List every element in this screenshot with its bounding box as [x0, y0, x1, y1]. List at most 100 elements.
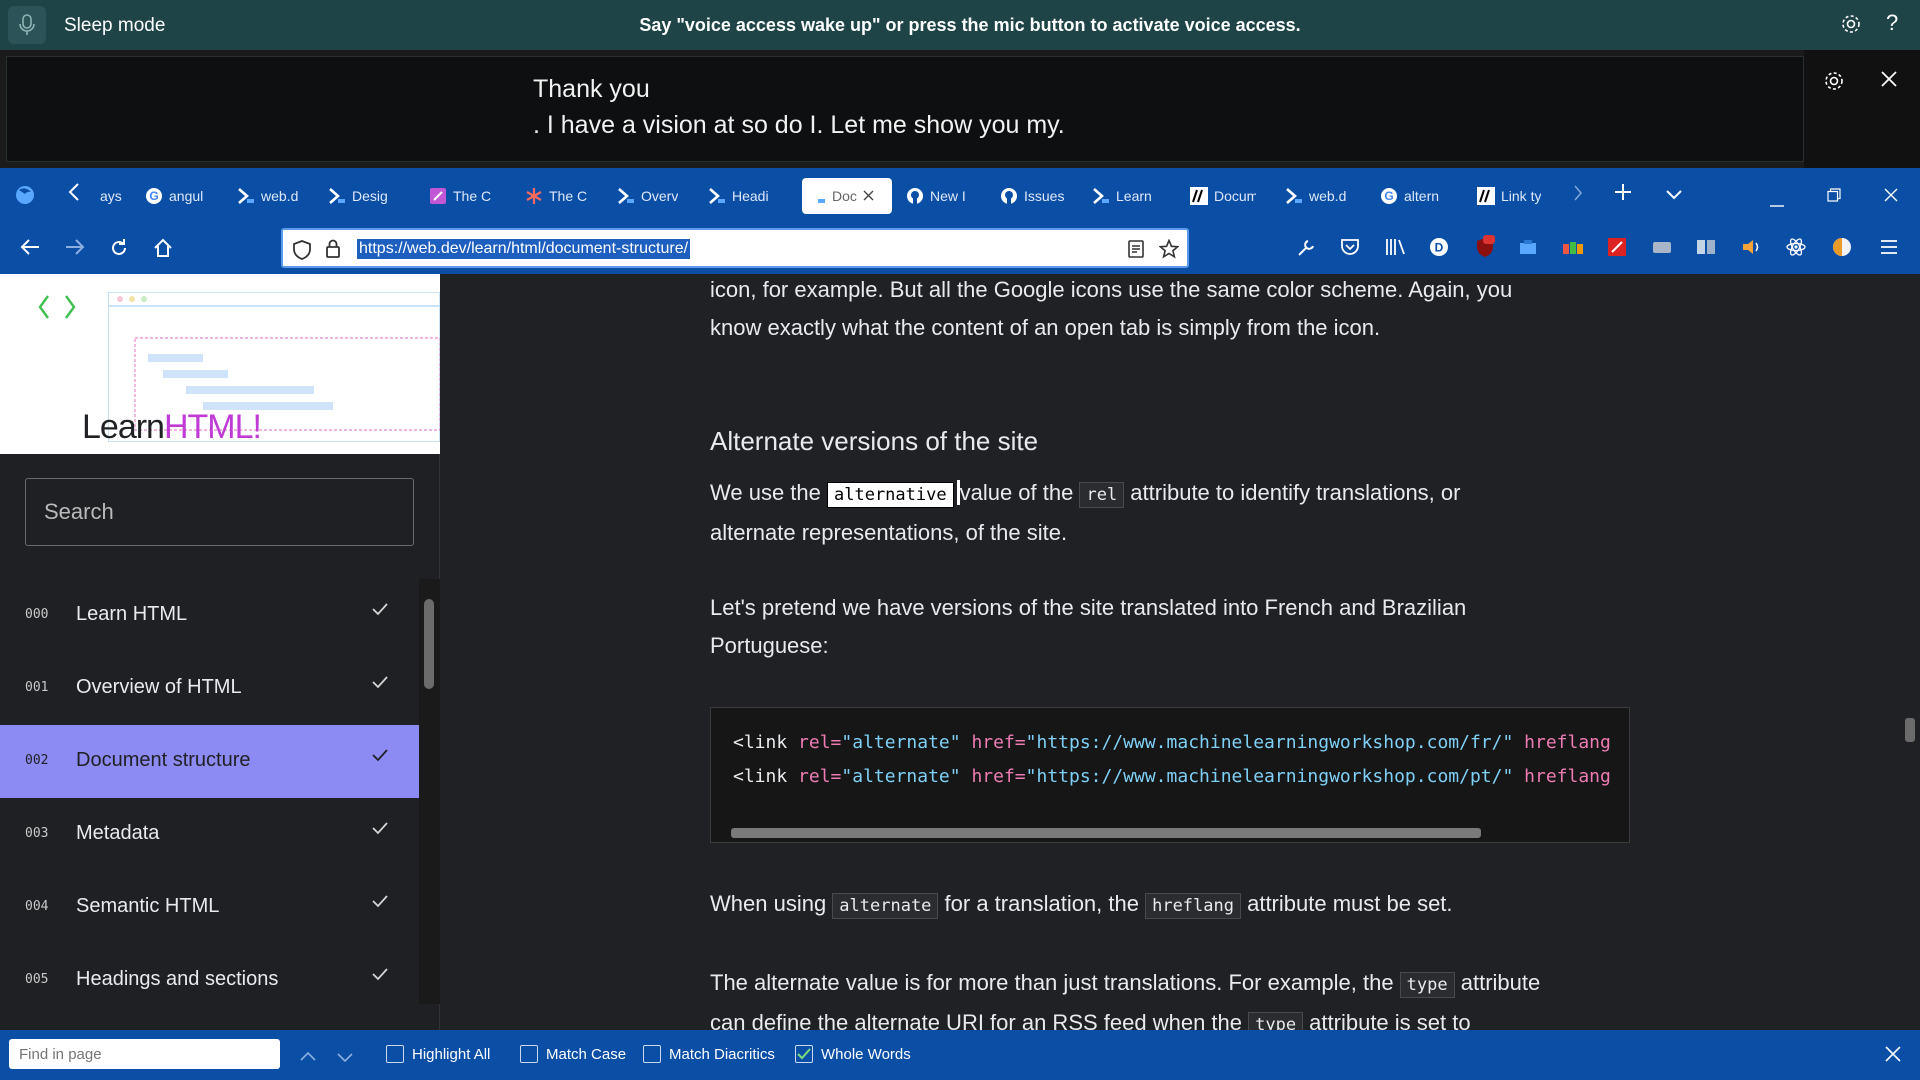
url-text[interactable]: https://web.dev/learn/html/document-stru… [357, 239, 691, 259]
tab-11[interactable]: Learn [1092, 178, 1158, 214]
text-line: alternate representations, of the site. [710, 520, 1068, 545]
search-input[interactable] [26, 479, 413, 545]
sidebar-item[interactable]: 003 Metadata [0, 798, 419, 871]
tab-15[interactable]: Link ty [1477, 178, 1543, 214]
firefox-view-button[interactable] [14, 184, 36, 211]
tab-label: angul [169, 188, 204, 204]
sidebar-item[interactable]: 005 Headings and sections [0, 944, 419, 1017]
lesson-number: 004 [25, 899, 49, 914]
extension-globe-icon[interactable] [1832, 237, 1852, 262]
scrollbar-thumb[interactable] [424, 599, 434, 689]
checkmark-icon [372, 745, 388, 768]
bookmark-star-button[interactable] [1158, 238, 1180, 264]
tab-scroll-right-button[interactable] [1573, 184, 1583, 207]
menu-button[interactable] [1880, 239, 1898, 260]
text-line: Let's pretend we have versions of the si… [710, 595, 1467, 620]
tab-12[interactable]: Docum [1190, 178, 1256, 214]
tracking-protection-shield-icon[interactable] [293, 240, 311, 265]
find-input[interactable] [9, 1039, 280, 1069]
sidebar-item[interactable]: 001 Overview of HTML [0, 652, 419, 725]
page-scrollbar-thumb[interactable] [1905, 718, 1915, 742]
find-close-button[interactable] [1885, 1046, 1901, 1066]
chevron-down-icon [1666, 190, 1682, 200]
extension-puzzle-blue-icon[interactable] [1518, 238, 1538, 263]
extension-gray-icon[interactable] [1652, 238, 1672, 261]
voice-settings-button[interactable] [1840, 13, 1862, 40]
forward-button[interactable] [65, 238, 85, 261]
lock-icon[interactable] [325, 239, 341, 264]
code-block[interactable]: <link rel="alternate" href="https://www.… [710, 707, 1630, 843]
wrench-icon[interactable] [1296, 238, 1316, 263]
find-next-button[interactable] [337, 1050, 353, 1067]
code-rel: rel [1079, 482, 1125, 508]
checkbox-icon[interactable] [643, 1045, 661, 1063]
search-box[interactable] [25, 478, 414, 546]
lesson-number: 002 [25, 753, 49, 768]
sidebar-item[interactable]: 002 Document structure [0, 725, 419, 798]
extension-speaker-icon[interactable] [1741, 238, 1761, 261]
captions-settings-button[interactable] [1823, 70, 1845, 97]
tab-7[interactable]: Headi [708, 178, 774, 214]
address-bar[interactable]: https://web.dev/learn/html/document-stru… [281, 228, 1189, 268]
tab-10[interactable]: Issues [1000, 178, 1070, 214]
pocket-icon[interactable] [1340, 238, 1360, 261]
find-option-checkbox[interactable]: Match Diacritics [643, 1045, 775, 1063]
tab-6[interactable]: Overv [617, 178, 683, 214]
find-option-checkbox[interactable]: Whole Words [795, 1045, 911, 1063]
extension-d-icon[interactable]: D [1429, 237, 1449, 262]
captions-close-button[interactable] [1880, 68, 1898, 94]
caption-line-1: Thank you [533, 75, 650, 103]
checkbox-icon[interactable] [520, 1045, 538, 1063]
tab-1[interactable]: Gangul [145, 178, 211, 214]
checkbox-icon[interactable] [795, 1045, 813, 1063]
lesson-title: Semantic HTML [76, 895, 220, 917]
home-button[interactable] [153, 238, 173, 263]
code-token: "alternate" [841, 766, 961, 787]
extension-red-pen-icon[interactable] [1607, 237, 1627, 262]
tab-5[interactable]: The C [525, 178, 591, 214]
find-option-checkbox[interactable]: Match Case [520, 1045, 626, 1063]
help-button[interactable]: ? [1886, 10, 1898, 36]
ublock-origin-icon[interactable] [1474, 235, 1496, 264]
library-icon[interactable] [1385, 238, 1407, 261]
sidebar-scrollbar[interactable] [419, 579, 440, 1004]
tab-13[interactable]: web.d [1285, 178, 1351, 214]
checkbox-icon[interactable] [386, 1045, 404, 1063]
restore-button[interactable] [1827, 188, 1841, 207]
new-tab-button[interactable] [1614, 183, 1632, 206]
tab-4[interactable]: The C [429, 178, 495, 214]
reload-button[interactable] [109, 238, 129, 263]
close-window-button[interactable] [1884, 188, 1898, 207]
tab-scroll-left-button[interactable] [68, 182, 80, 208]
extension-colorful-icon[interactable] [1562, 238, 1584, 261]
sidebar-item[interactable]: 000 Learn HTML [0, 579, 419, 652]
tab-3[interactable]: Desig [328, 178, 398, 214]
extension-book-icon[interactable] [1696, 238, 1716, 261]
chevron-up-icon [300, 1051, 316, 1061]
minimize-button[interactable] [1770, 194, 1784, 212]
github-icon [906, 187, 924, 205]
find-option-checkbox[interactable]: Highlight All [386, 1045, 490, 1063]
webdev-icon [708, 187, 726, 205]
close-icon [1884, 188, 1898, 202]
tab-label: Headi [732, 188, 769, 204]
reader-view-button[interactable] [1128, 240, 1144, 263]
live-captions-window: Thank you . I have a vision at so do I. … [6, 56, 1804, 162]
tab-9[interactable]: New I [906, 178, 972, 214]
tab-14[interactable]: Galtern [1380, 178, 1450, 214]
list-all-tabs-button[interactable] [1666, 187, 1682, 205]
back-button[interactable] [20, 238, 40, 261]
close-tab-button[interactable] [863, 188, 874, 204]
tab-2[interactable]: web.d [237, 178, 307, 214]
close-icon [1885, 1046, 1901, 1062]
sidebar-item[interactable]: 004 Semantic HTML [0, 871, 419, 944]
tab-8[interactable]: Doc [802, 178, 892, 214]
code-token: hreflang [1524, 766, 1611, 787]
tab-0[interactable]: ays [100, 178, 124, 214]
lesson-title: Overview of HTML [76, 676, 242, 698]
code-horizontal-scrollbar[interactable] [731, 828, 1481, 838]
react-devtools-icon[interactable] [1786, 237, 1806, 262]
find-previous-button[interactable] [300, 1048, 316, 1065]
logo-learn-text: Learn [82, 408, 165, 446]
find-option-label: Match Diacritics [669, 1045, 775, 1063]
